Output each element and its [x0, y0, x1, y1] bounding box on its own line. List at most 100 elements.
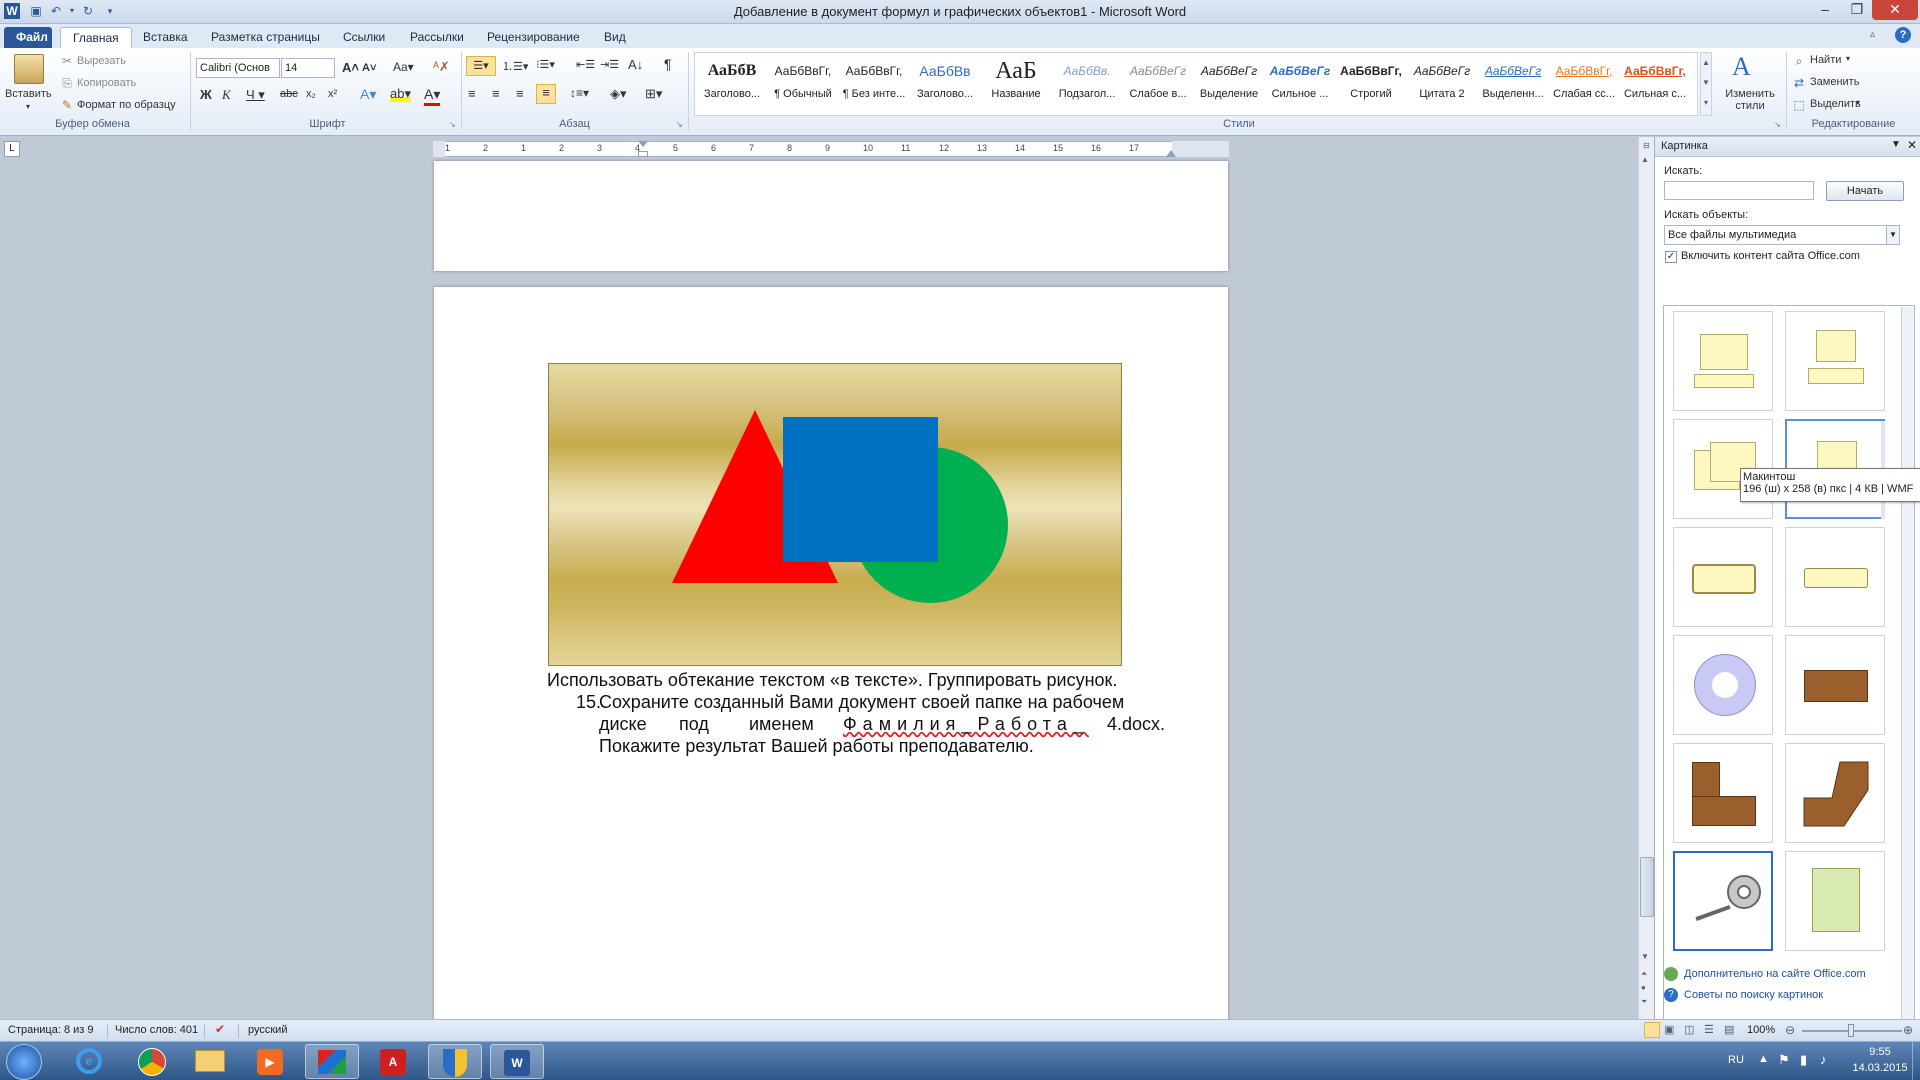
tab-selector-icon[interactable]: L [4, 141, 20, 157]
line-spacing-icon[interactable]: ↕≡▾ [570, 86, 589, 100]
superscript-icon[interactable]: x² [328, 88, 337, 100]
clipart-computer-1[interactable] [1673, 311, 1773, 411]
show-marks-icon[interactable]: ¶ [664, 56, 672, 72]
style-item[interactable]: АаБ Название [981, 54, 1051, 114]
tab-file[interactable]: Файл [4, 27, 52, 48]
clipart-sofa-2[interactable] [1785, 527, 1885, 627]
format-painter-button[interactable]: Формат по образцу [77, 99, 176, 111]
minimize-ribbon-icon[interactable]: ▵ [1870, 29, 1875, 40]
right-indent-marker[interactable] [1166, 150, 1176, 157]
outline-view-icon[interactable]: ☰ [1704, 1023, 1714, 1036]
style-item[interactable]: АаБбВвГг, ¶ Без инте... [839, 54, 909, 114]
underline-icon[interactable]: Ч ▾ [246, 87, 265, 103]
replace-icon[interactable]: ⇄ [1791, 75, 1807, 91]
replace-button[interactable]: Заменить [1810, 76, 1859, 88]
font-size-field[interactable]: 14 [281, 58, 335, 78]
shrink-font-icon[interactable]: A˅ [362, 62, 376, 74]
browse-object-icon[interactable]: ● [1641, 983, 1646, 992]
sort-icon[interactable]: A↓ [628, 57, 643, 72]
paste-dropdown-icon[interactable]: ▾ [26, 102, 30, 111]
clipart-note-paper[interactable] [1785, 851, 1885, 951]
style-item[interactable]: АаБбВеГг Выделение [1194, 54, 1264, 114]
close-button[interactable]: ✕ [1872, 0, 1918, 20]
text-effects-icon[interactable]: A▾ [360, 86, 376, 103]
first-line-indent-marker[interactable] [638, 141, 648, 147]
clock-date[interactable]: 14.03.2015 [1848, 1062, 1912, 1074]
clock-time[interactable]: 9:55 [1855, 1046, 1905, 1058]
language-indicator[interactable]: русский [248, 1024, 287, 1036]
change-styles-icon[interactable]: A [1732, 52, 1751, 82]
italic-icon[interactable]: К [222, 87, 231, 103]
style-item[interactable]: АаБбВв. Подзагол... [1052, 54, 1122, 114]
font-dialog-launcher-icon[interactable]: ↘ [449, 120, 456, 129]
cut-icon[interactable]: ✂ [59, 53, 75, 69]
pane-close-icon[interactable]: ✕ [1907, 138, 1917, 152]
find-dropdown-icon[interactable]: ▾ [1846, 54, 1850, 63]
font-name-field[interactable]: Calibri (Основ [196, 58, 280, 78]
taskbar-security-icon[interactable] [428, 1044, 482, 1079]
grow-font-icon[interactable]: A˄ [342, 60, 359, 75]
help-icon[interactable]: ? [1895, 27, 1911, 43]
format-painter-icon[interactable]: ✎ [59, 97, 75, 113]
taskbar-explorer-icon[interactable] [183, 1044, 237, 1079]
style-item[interactable]: АаБбВеГг Слабое в... [1123, 54, 1193, 114]
taskbar-ie-icon[interactable]: e [62, 1044, 116, 1079]
style-item[interactable]: АаБбВвГг, Сильная с... [1620, 54, 1690, 114]
copy-icon[interactable]: ⎘ [59, 75, 75, 91]
style-item[interactable]: АаБбВвГг, Слабая сс... [1549, 54, 1619, 114]
style-item[interactable]: АаБбВеГг Цитата 2 [1407, 54, 1477, 114]
paste-button[interactable]: Вставить [5, 88, 52, 100]
tab-home[interactable]: Главная [60, 27, 132, 48]
tab-page-layout[interactable]: Разметка страницы [199, 27, 332, 48]
tab-review[interactable]: Рецензирование [475, 27, 592, 48]
pane-options-icon[interactable]: ▼ [1891, 139, 1901, 150]
styles-dialog-launcher-icon[interactable]: ↘ [1774, 120, 1781, 129]
style-item[interactable]: АаБбВвГг, ¶ Обычный [768, 54, 838, 114]
copy-button[interactable]: Копировать [77, 77, 136, 89]
vertical-scrollbar[interactable]: ⊟ ▲ ▼ ⏶ ● ⏷ [1638, 137, 1654, 1019]
media-type-dropdown-icon[interactable]: ▼ [1886, 226, 1899, 244]
left-indent-marker[interactable] [638, 151, 648, 157]
minimize-button[interactable]: – [1810, 0, 1840, 20]
tray-expand-icon[interactable]: ▲ [1758, 1053, 1769, 1065]
clipart-sofa-1[interactable] [1673, 527, 1773, 627]
justify-icon[interactable]: ≡ [536, 84, 556, 104]
scroll-thumb[interactable] [1640, 857, 1654, 917]
start-button[interactable] [6, 1044, 42, 1080]
tab-references[interactable]: Ссылки [331, 27, 397, 48]
highlight-icon[interactable]: ab▾ [390, 86, 411, 102]
find-icon[interactable]: ⌕ [1791, 53, 1807, 69]
clipart-results-scrollbar[interactable] [1901, 307, 1914, 1080]
decrease-indent-icon[interactable]: ⇤☰ [576, 58, 595, 71]
style-item[interactable]: АаБбВвГг, Строгий [1336, 54, 1406, 114]
next-page-icon[interactable]: ⏷ [1641, 997, 1647, 1007]
zoom-in-icon[interactable]: ⊕ [1903, 1023, 1913, 1037]
zoom-level[interactable]: 100% [1747, 1024, 1775, 1036]
styles-scroll[interactable]: ▲ ▼ ▾ [1700, 52, 1712, 116]
multilevel-list-icon[interactable]: ⁝☰▾ [536, 58, 555, 71]
clipart-user-cycle[interactable] [1673, 635, 1773, 735]
align-center-icon[interactable]: ≡ [492, 86, 500, 101]
media-type-select[interactable]: Все файлы мультимедиа [1664, 225, 1900, 245]
clear-formatting-icon[interactable]: ᴬ✗ [433, 59, 450, 75]
keyboard-language[interactable]: RU [1728, 1054, 1744, 1066]
paragraph-dialog-launcher-icon[interactable]: ↘ [676, 120, 683, 129]
grouped-picture[interactable] [548, 363, 1122, 666]
cut-button[interactable]: Вырезать [77, 55, 126, 67]
bold-icon[interactable]: Ж [200, 87, 212, 102]
page-count[interactable]: Страница: 8 из 9 [8, 1024, 94, 1036]
align-right-icon[interactable]: ≡ [516, 86, 524, 101]
previous-page-icon[interactable]: ⏶ [1641, 969, 1647, 979]
print-layout-icon[interactable] [1644, 1022, 1660, 1038]
clipart-computer-2[interactable] [1785, 311, 1885, 411]
more-on-office-link[interactable]: Дополнительно на сайте Office.com [1684, 968, 1866, 980]
shading-icon[interactable]: ◈▾ [610, 86, 627, 102]
zoom-out-icon[interactable]: ⊖ [1785, 1023, 1795, 1037]
start-search-button[interactable]: Начать [1826, 181, 1904, 201]
clipart-search-input[interactable] [1664, 181, 1814, 200]
tray-volume-icon[interactable]: ♪ [1820, 1052, 1827, 1067]
tray-flag-icon[interactable]: ⚑ [1778, 1052, 1790, 1068]
tab-mailings[interactable]: Рассылки [398, 27, 476, 48]
taskbar-chrome-icon[interactable] [125, 1044, 179, 1079]
select-button[interactable]: Выделить [1810, 98, 1861, 110]
